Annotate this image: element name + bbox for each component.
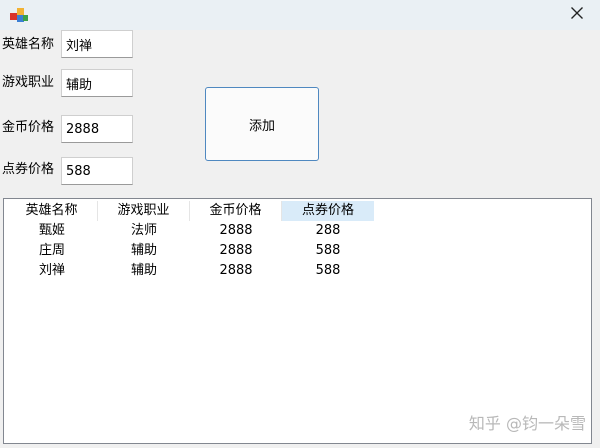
watermark: 知乎 @钧一朵雪 <box>468 414 586 433</box>
gold-price-label: 金币价格 <box>2 120 55 135</box>
cell-role: 辅助 <box>130 263 157 278</box>
cell-coupon-price: 288 <box>315 223 341 238</box>
close-button[interactable] <box>564 3 590 27</box>
cell-role: 法师 <box>130 223 157 238</box>
cell-coupon-price: 588 <box>315 243 341 258</box>
cell-gold-price: 2888 <box>219 223 253 238</box>
hero-name-label: 英雄名称 <box>2 37 55 52</box>
table-row[interactable]: 甄姬 法师 2888 288 <box>6 221 586 241</box>
column-header-gold-price[interactable]: 金币价格 <box>190 201 282 221</box>
close-icon <box>571 7 583 23</box>
cell-gold-price: 2888 <box>219 243 253 258</box>
hero-name-input[interactable] <box>61 30 133 58</box>
app-cube-icon <box>9 6 29 24</box>
cell-hero-name: 刘禅 <box>38 263 65 278</box>
column-header-coupon-price[interactable]: 点券价格 <box>282 201 374 221</box>
coupon-price-label: 点券价格 <box>2 162 55 177</box>
table-row[interactable]: 庄周 辅助 2888 588 <box>6 241 586 261</box>
cell-gold-price: 2888 <box>219 263 253 278</box>
cell-hero-name: 甄姬 <box>38 223 65 238</box>
app-window: 英雄名称 游戏职业 金币价格 点券价格 添加 英雄名称 游戏职业 金币价格 点券… <box>0 0 600 448</box>
list-header: 英雄名称 游戏职业 金币价格 点券价格 <box>6 201 586 221</box>
cell-hero-name: 庄周 <box>38 243 65 258</box>
gold-price-input[interactable] <box>61 115 133 143</box>
hero-role-input[interactable] <box>61 69 133 97</box>
column-header-role[interactable]: 游戏职业 <box>98 201 190 221</box>
add-button[interactable]: 添加 <box>205 87 319 161</box>
hero-list-view[interactable]: 英雄名称 游戏职业 金币价格 点券价格 甄姬 法师 2888 288 庄周 辅助… <box>3 198 592 444</box>
cell-coupon-price: 588 <box>315 263 341 278</box>
hero-role-label: 游戏职业 <box>2 75 55 90</box>
cell-role: 辅助 <box>130 243 157 258</box>
column-header-hero-name[interactable]: 英雄名称 <box>6 201 98 221</box>
table-row[interactable]: 刘禅 辅助 2888 588 <box>6 261 586 281</box>
title-bar <box>0 0 600 30</box>
coupon-price-input[interactable] <box>61 157 133 185</box>
